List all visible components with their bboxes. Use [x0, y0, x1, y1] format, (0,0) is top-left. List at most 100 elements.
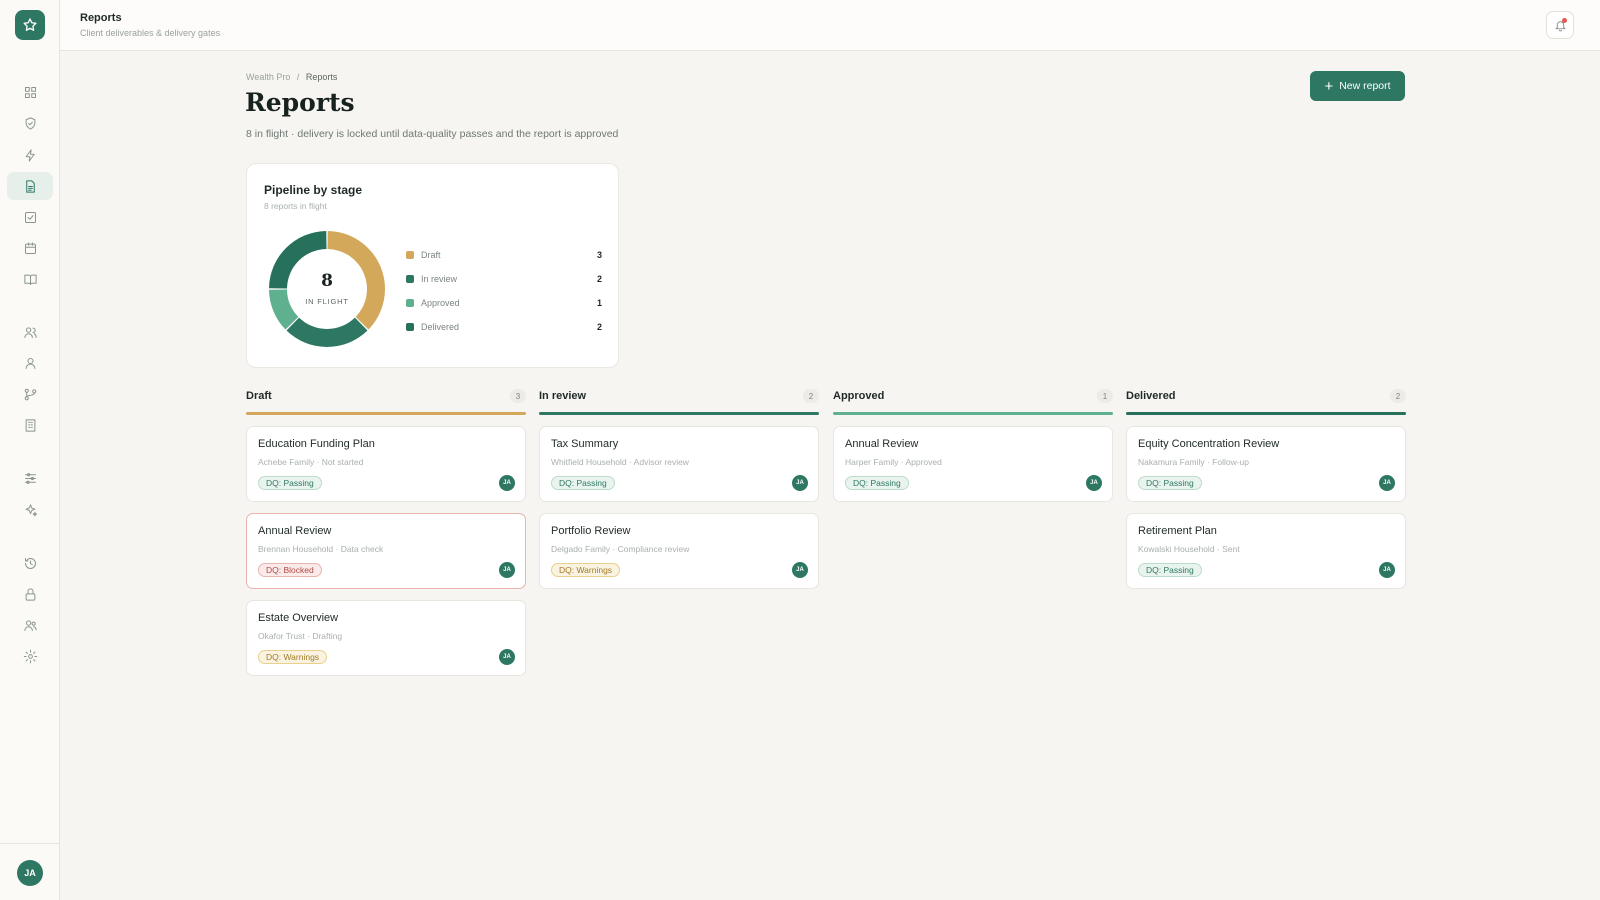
user-icon [25, 357, 35, 369]
report-card[interactable]: Annual Review Brennan Household · Data c… [246, 513, 526, 589]
dq-status-badge: DQ: Passing [1138, 476, 1202, 490]
nav-ai[interactable] [7, 496, 53, 524]
nav-compliance[interactable] [7, 109, 53, 137]
assignee-avatar: JA [1379, 562, 1395, 578]
report-meta: Delgado Family · Compliance review [551, 544, 690, 554]
report-title: Annual Review [845, 438, 919, 450]
dq-status-badge: DQ: Passing [258, 476, 322, 490]
legend-swatch [406, 251, 414, 259]
breadcrumb-root[interactable]: Wealth Pro [246, 72, 290, 82]
donut-slice-in-review[interactable] [286, 317, 368, 347]
legend-item-delivered: Delivered 2 [406, 320, 602, 334]
report-title: Retirement Plan [1138, 525, 1217, 537]
breadcrumb-current: Reports [305, 72, 338, 82]
assignee-avatar: JA [499, 562, 515, 578]
donut-center-value: 8 [321, 271, 333, 291]
nav-security[interactable] [7, 580, 53, 608]
sidebar: JA [0, 0, 60, 900]
legend-value: 1 [596, 298, 602, 308]
nav-dashboard[interactable] [7, 78, 53, 106]
dq-status-badge: DQ: Warnings [258, 650, 328, 664]
report-title: Equity Concentration Review [1138, 438, 1280, 450]
assignee-avatar: JA [1086, 475, 1102, 491]
report-meta: Okafor Trust · Drafting [258, 631, 343, 641]
report-card[interactable]: Tax Summary Whitfield Household · Adviso… [539, 426, 819, 502]
legend-label: Draft [421, 250, 441, 260]
bolt-icon [25, 148, 35, 162]
nav-tasks[interactable] [7, 203, 53, 231]
nav-workflows[interactable] [7, 380, 53, 408]
nav-activity[interactable] [7, 141, 53, 169]
report-card[interactable]: Retirement Plan Kowalski Household · Sen… [1126, 513, 1406, 589]
legend-swatch [406, 323, 414, 331]
column-title: In review [539, 390, 587, 402]
assignee-avatar: JA [499, 475, 515, 491]
new-report-button[interactable]: + New report [1310, 71, 1405, 101]
column-title: Delivered [1126, 390, 1176, 402]
sparkles-icon [25, 503, 37, 516]
notifications-button[interactable] [1546, 11, 1574, 39]
nav-team[interactable] [7, 611, 53, 639]
report-card[interactable]: Estate Overview Okafor Trust · Drafting … [246, 600, 526, 676]
checkbox-icon [24, 211, 36, 223]
nav-library[interactable] [7, 265, 53, 293]
legend-value: 2 [596, 274, 602, 284]
legend-swatch [406, 275, 414, 283]
nav-settings[interactable] [7, 642, 53, 670]
report-card[interactable]: Equity Concentration Review Nakamura Fam… [1126, 426, 1406, 502]
grid-icon [24, 86, 36, 98]
legend-value: 3 [596, 250, 602, 260]
gear-icon [23, 649, 37, 663]
notification-dot [1562, 18, 1567, 23]
column-header: Approved 1 [833, 388, 1113, 404]
legend-label: In review [421, 274, 458, 284]
app-logo[interactable] [15, 10, 45, 40]
legend-label: Delivered [421, 322, 460, 332]
nav-settings-sliders[interactable] [7, 464, 53, 492]
calendar-icon [24, 241, 36, 254]
shield-icon [25, 116, 35, 130]
nav-history[interactable] [7, 549, 53, 577]
report-card[interactable]: Annual Review Harper Family · Approved D… [833, 426, 1113, 502]
plus-icon: + [1324, 77, 1334, 95]
column-title: Approved [833, 390, 885, 402]
column-draft: Draft 3 Education Funding Plan Achebe Fa… [246, 388, 526, 676]
nav-reports[interactable] [7, 172, 53, 200]
column-stage-bar [539, 412, 819, 415]
column-stage-bar [1126, 412, 1406, 415]
report-title: Tax Summary [551, 438, 619, 450]
assignee-avatar: JA [499, 649, 515, 665]
assignee-avatar: JA [792, 562, 808, 578]
new-report-label: New report [1339, 80, 1391, 92]
column-count: 1 [1097, 389, 1113, 403]
assignee-avatar: JA [1379, 475, 1395, 491]
legend-value: 2 [596, 322, 602, 332]
report-card[interactable]: Education Funding Plan Achebe Family · N… [246, 426, 526, 502]
donut-center-label: IN FLIGHT [305, 297, 349, 306]
report-meta: Achebe Family · Not started [258, 457, 364, 467]
dq-status-badge: DQ: Passing [1138, 563, 1202, 577]
history-icon [24, 557, 36, 569]
column-in-review: In review 2 Tax Summary Whitfield Househ… [539, 388, 819, 589]
legend-item-approved: Approved 1 [406, 296, 602, 310]
team-icon [23, 619, 37, 631]
document-icon [25, 179, 35, 193]
nav-clients[interactable] [7, 349, 53, 377]
dq-status-badge: DQ: Warnings [551, 563, 621, 577]
dq-status-badge: DQ: Passing [551, 476, 615, 490]
git-branch-icon [24, 388, 36, 400]
users-icon [23, 326, 37, 338]
user-avatar[interactable]: JA [17, 860, 43, 886]
book-icon [23, 274, 37, 285]
nav-entities[interactable] [7, 411, 53, 439]
report-card[interactable]: Portfolio Review Delgado Family · Compli… [539, 513, 819, 589]
legend-item-in-review: In review 2 [406, 272, 602, 286]
report-title: Estate Overview [258, 612, 339, 624]
report-meta: Nakamura Family · Follow-up [1138, 457, 1249, 467]
nav-calendar[interactable] [7, 234, 53, 262]
nav-households[interactable] [7, 318, 53, 346]
column-title: Draft [246, 390, 272, 402]
report-meta: Brennan Household · Data check [258, 544, 384, 554]
building-icon [25, 418, 35, 432]
topbar-title: Reports [80, 12, 122, 24]
